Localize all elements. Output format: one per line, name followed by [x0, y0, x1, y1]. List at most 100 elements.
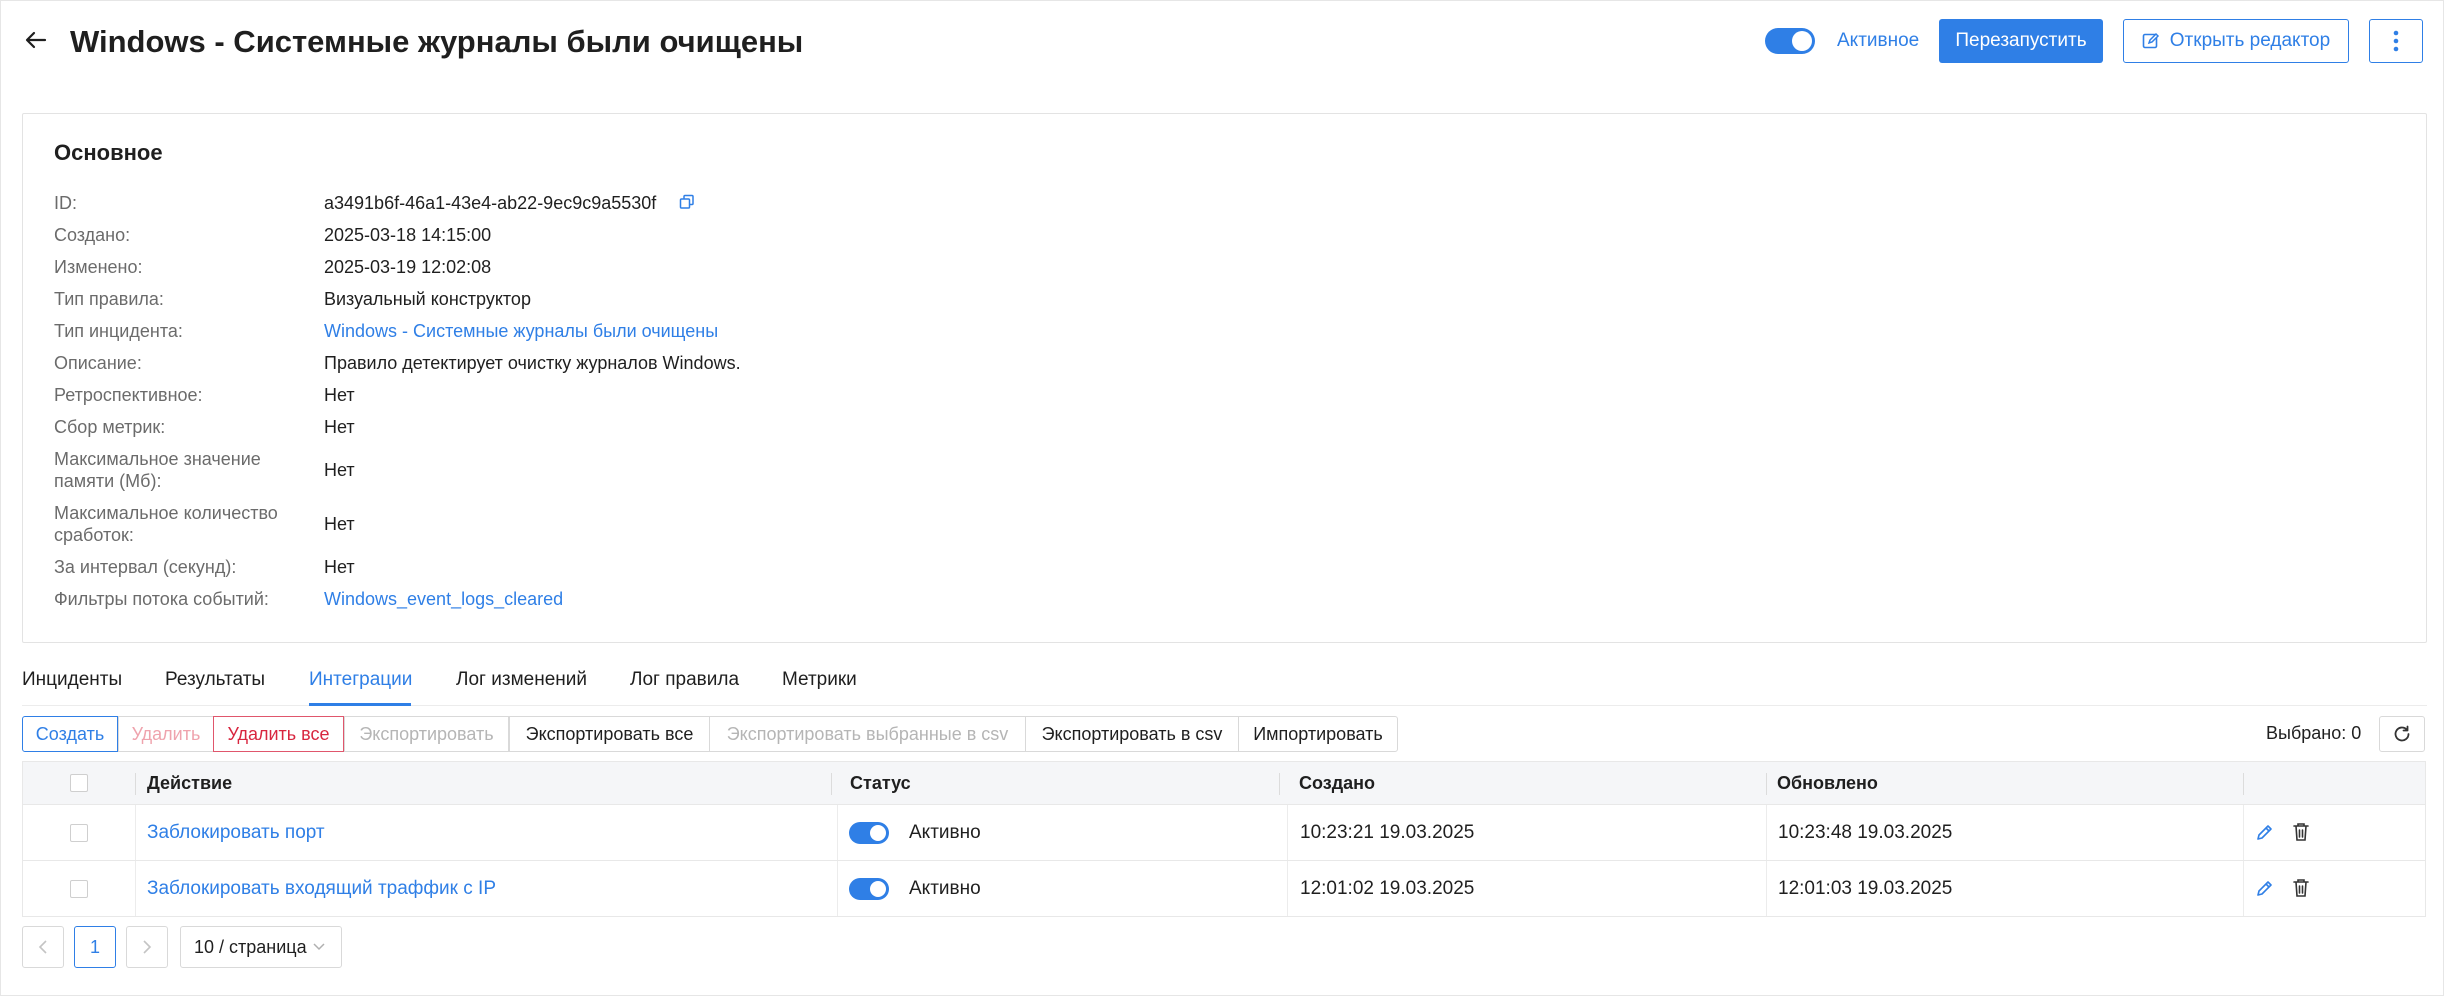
event-filter-link[interactable]: Windows_event_logs_cleared	[324, 588, 563, 610]
column-separator	[1766, 773, 1767, 795]
chevron-down-icon	[313, 943, 325, 951]
info-value: 2025-03-19 12:02:08	[324, 257, 492, 277]
info-label: Описание:	[54, 353, 142, 373]
cell-border	[2243, 805, 2244, 860]
column-header-created[interactable]: Создано	[1299, 762, 1375, 804]
info-label: Создано:	[54, 225, 131, 245]
prev-page-button[interactable]	[22, 926, 64, 968]
rule-id: a3491b6f-46a1-43e4-ab22-9ec9c9a5530f	[324, 193, 657, 213]
edit-icon[interactable]	[2255, 878, 2275, 900]
row-status-toggle[interactable]	[849, 822, 889, 844]
delete-button[interactable]: Удалить	[118, 716, 214, 752]
info-value: Визуальный конструктор	[324, 289, 531, 309]
info-label: Ретроспективное:	[54, 385, 203, 405]
column-header-action[interactable]: Действие	[147, 762, 232, 804]
create-button[interactable]: Создать	[22, 716, 118, 752]
column-separator	[1279, 773, 1280, 795]
info-label: Изменено:	[54, 257, 143, 277]
refresh-button[interactable]	[2379, 716, 2425, 752]
edit-icon[interactable]	[2255, 822, 2275, 844]
select-all-checkbox[interactable]	[70, 774, 88, 792]
chevron-left-icon	[38, 940, 47, 954]
info-label: Тип правила:	[54, 289, 164, 309]
row-status-label: Активно	[909, 878, 981, 899]
info-label: За интервал (секунд):	[54, 557, 237, 577]
cell-border	[2243, 861, 2244, 916]
cell-border	[837, 861, 838, 916]
column-header-status[interactable]: Статус	[850, 762, 911, 804]
info-label: ID:	[54, 193, 78, 213]
active-toggle[interactable]	[1765, 28, 1815, 54]
cell-border	[1766, 861, 1767, 916]
row-status-toggle[interactable]	[849, 878, 889, 900]
cell-border	[135, 861, 136, 916]
export-button[interactable]: Экспортировать	[344, 716, 509, 752]
export-selected-csv-button[interactable]: Экспортировать выбранные в csv	[709, 716, 1026, 752]
info-value: Правило детектирует очистку журналов Win…	[324, 353, 741, 373]
cell-border	[1287, 805, 1288, 860]
row-updated: 10:23:48 19.03.2025	[1778, 822, 1953, 843]
row-created: 12:01:02 19.03.2025	[1300, 878, 1475, 899]
page-title: Windows - Системные журналы были очищены	[70, 24, 804, 59]
info-value: Нет	[324, 417, 355, 437]
info-value: Нет	[324, 385, 355, 405]
info-value-id: a3491b6f-46a1-43e4-ab22-9ec9c9a5530f	[324, 192, 695, 215]
incident-type-link[interactable]: Windows - Системные журналы были очищены	[324, 320, 718, 342]
back-arrow-icon[interactable]	[20, 24, 52, 56]
cell-border	[135, 805, 136, 860]
trash-icon[interactable]	[2292, 878, 2312, 900]
cell-border	[1766, 805, 1767, 860]
tab-change-log[interactable]: Лог изменений	[456, 660, 587, 700]
copy-icon[interactable]	[679, 193, 695, 215]
open-editor-button[interactable]: Открыть редактор	[2123, 19, 2349, 63]
active-tab-indicator	[309, 703, 411, 706]
section-title: Основное	[54, 140, 163, 165]
table-row: Заблокировать входящий траффик с IP Акти…	[22, 861, 2426, 917]
page-size-select[interactable]: 10 / страница	[180, 926, 342, 968]
row-updated: 12:01:03 19.03.2025	[1778, 878, 1953, 899]
info-label: Сбор метрик:	[54, 417, 166, 437]
row-checkbox[interactable]	[70, 824, 88, 842]
open-editor-label: Открыть редактор	[2169, 30, 2331, 51]
info-label: Фильтры потока событий:	[54, 589, 269, 609]
trash-icon[interactable]	[2292, 822, 2312, 844]
more-vertical-icon	[2393, 30, 2399, 52]
page-number-button[interactable]: 1	[74, 926, 116, 968]
column-separator	[135, 773, 136, 795]
export-all-button[interactable]: Экспортировать все	[509, 716, 710, 752]
action-link[interactable]: Заблокировать порт	[147, 805, 325, 860]
refresh-icon	[2394, 725, 2410, 742]
tab-metrics[interactable]: Метрики	[782, 660, 857, 700]
cell-border	[1287, 861, 1288, 916]
page-size-value: 10 / страница	[194, 936, 307, 957]
column-separator	[2243, 773, 2244, 795]
row-checkbox[interactable]	[70, 880, 88, 898]
edit-icon	[2142, 32, 2159, 49]
restart-button[interactable]: Перезапустить	[1939, 19, 2103, 63]
info-label: Тип инцидента:	[54, 321, 183, 341]
tab-results[interactable]: Результаты	[165, 660, 265, 700]
next-page-button[interactable]	[126, 926, 168, 968]
column-header-updated[interactable]: Обновлено	[1777, 762, 1878, 804]
info-value: Нет	[324, 514, 355, 534]
info-value: 2025-03-18 14:15:00	[324, 225, 492, 245]
row-status-label: Активно	[909, 822, 981, 843]
row-created: 10:23:21 19.03.2025	[1300, 822, 1475, 843]
column-separator	[831, 773, 832, 795]
tab-rule-log[interactable]: Лог правила	[630, 660, 739, 700]
action-link[interactable]: Заблокировать входящий траффик с IP	[147, 861, 496, 916]
active-label: Активное	[1837, 30, 1920, 51]
tab-integrations[interactable]: Интеграции	[309, 660, 412, 700]
table-header: Действие Статус Создано Обновлено	[22, 761, 2426, 805]
info-value: Нет	[324, 460, 355, 480]
tab-incidents[interactable]: Инциденты	[22, 660, 122, 700]
delete-all-button[interactable]: Удалить все	[213, 716, 344, 752]
selected-count: Выбрано: 0	[2266, 723, 2362, 743]
export-csv-button[interactable]: Экспортировать в csv	[1025, 716, 1239, 752]
info-label: Максимальное значение памяти (Мб):	[54, 449, 261, 491]
info-label: Максимальное количество сработок:	[54, 503, 278, 545]
info-card: Основное ID: a3491b6f-46a1-43e4-ab22-9ec…	[22, 113, 2427, 643]
cell-border	[837, 805, 838, 860]
import-button[interactable]: Импортировать	[1238, 716, 1398, 752]
more-menu-button[interactable]	[2369, 19, 2423, 63]
